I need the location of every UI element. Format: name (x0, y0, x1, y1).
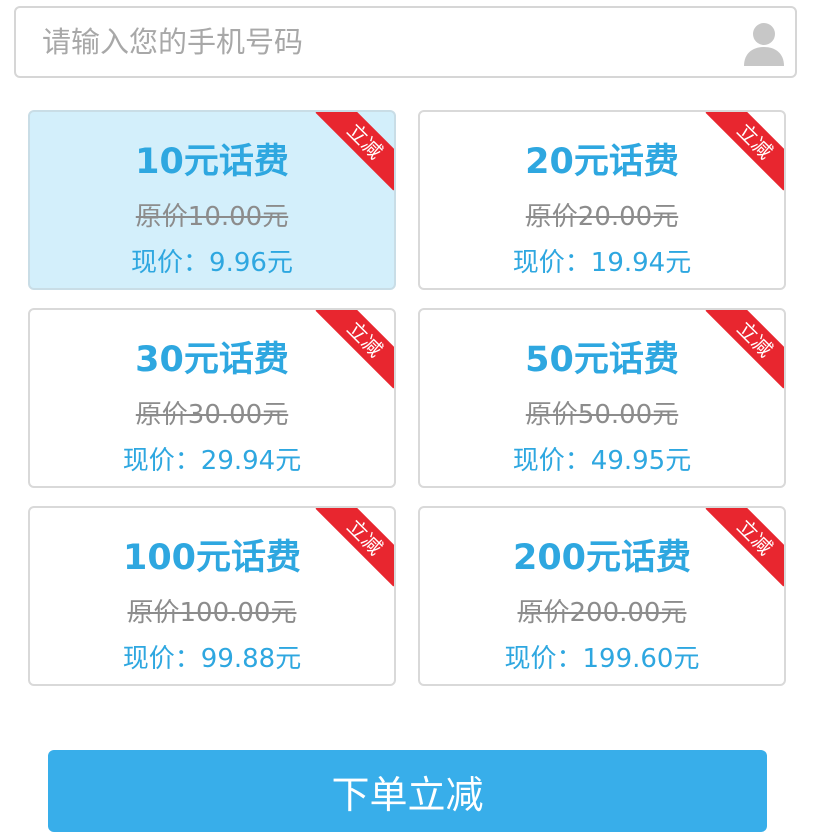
package-original-price: 原价30.00元 (135, 400, 289, 430)
package-current-price: 现价：29.94元 (122, 446, 302, 476)
package-original-price: 原价10.00元 (135, 202, 289, 232)
package-original-price: 原价200.00元 (517, 598, 687, 628)
package-grid: 10元话费 原价10.00元 现价：9.96元 立减 20元话费 原价20.00… (28, 110, 788, 686)
package-current-price: 现价：49.95元 (512, 446, 692, 476)
package-title: 10元话费 (135, 142, 289, 182)
package-current-price: 现价：199.60元 (504, 644, 700, 674)
package-current-price: 现价：19.94元 (512, 248, 692, 278)
package-title: 20元话费 (525, 142, 679, 182)
package-current-price: 现价：9.96元 (131, 248, 293, 278)
user-icon (744, 23, 784, 66)
package-original-price: 原价100.00元 (127, 598, 297, 628)
package-title: 30元话费 (135, 340, 289, 380)
package-title: 50元话费 (525, 340, 679, 380)
package-card-20[interactable]: 20元话费 原价20.00元 现价：19.94元 立减 (418, 110, 786, 290)
package-card-100[interactable]: 100元话费 原价100.00元 现价：99.88元 立减 (28, 506, 396, 686)
order-button[interactable]: 下单立减 (48, 750, 767, 832)
package-original-price: 原价20.00元 (525, 202, 679, 232)
package-card-10[interactable]: 10元话费 原价10.00元 现价：9.96元 立减 (28, 110, 396, 290)
package-card-50[interactable]: 50元话费 原价50.00元 现价：49.95元 立减 (418, 308, 786, 488)
phone-input[interactable] (16, 8, 736, 76)
package-current-price: 现价：99.88元 (122, 644, 302, 674)
recharge-page: 10元话费 原价10.00元 现价：9.96元 立减 20元话费 原价20.00… (0, 0, 816, 834)
package-title: 100元话费 (122, 538, 302, 578)
package-title: 200元话费 (512, 538, 692, 578)
phone-field[interactable] (14, 6, 797, 78)
package-card-200[interactable]: 200元话费 原价200.00元 现价：199.60元 立减 (418, 506, 786, 686)
package-card-30[interactable]: 30元话费 原价30.00元 现价：29.94元 立减 (28, 308, 396, 488)
package-original-price: 原价50.00元 (525, 400, 679, 430)
